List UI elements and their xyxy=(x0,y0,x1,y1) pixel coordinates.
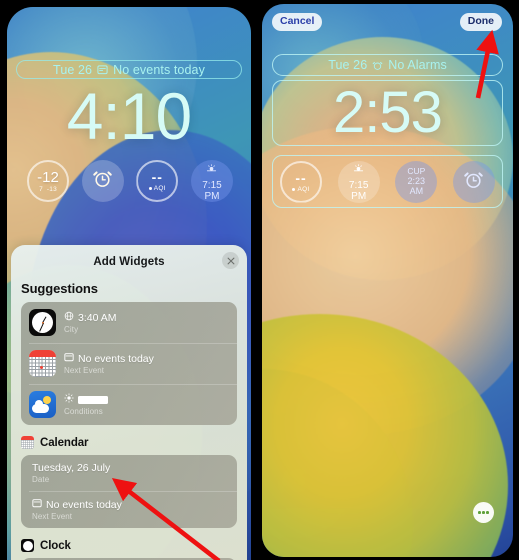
list-item-subtitle: Next Event xyxy=(64,366,105,375)
weather-widget[interactable]: -12 7 -13 xyxy=(27,160,69,202)
world-clock-time: 2:23 xyxy=(407,176,426,187)
right-phone: Cancel Done Tue 26 No Alarms 2:53 -- AQI… xyxy=(258,0,519,560)
weather-gauge-ring xyxy=(27,160,69,202)
section-title-suggestions: Suggestions xyxy=(11,279,247,302)
sunset-widget[interactable]: 7:15 PM xyxy=(337,160,380,203)
list-item[interactable]: No events today Next Event xyxy=(21,491,237,528)
clock-app-icon xyxy=(21,539,34,552)
sunset-ampm: PM xyxy=(351,191,367,202)
close-icon[interactable] xyxy=(222,252,239,269)
alarm-clock-icon xyxy=(463,169,484,195)
clock-label: Clock xyxy=(40,539,71,552)
alarm-icon xyxy=(372,60,383,71)
alarm-widget[interactable] xyxy=(81,160,124,202)
list-item-title: No events today xyxy=(78,352,154,365)
aqi-gauge-ring xyxy=(136,160,179,202)
world-clock-city: CUP xyxy=(407,165,426,176)
aqi-gauge-ring xyxy=(280,160,322,203)
alarm-clock-icon xyxy=(92,168,113,194)
list-item-title: Tuesday, 26 July xyxy=(32,462,111,474)
screenshot-root: Tue 26 No events today 4:10 -12 7 -13 --… xyxy=(0,0,519,560)
sunset-time: 7:15 xyxy=(348,180,369,191)
suggestions-group: 3:40 AM City No events today Next Event … xyxy=(21,302,237,425)
list-item-title: 3:40 AM xyxy=(78,311,117,324)
lock-widget-row[interactable]: -- AQI 7:15 PM CUP 2:23 AM xyxy=(280,160,495,203)
lock-screen-time: 4:10 xyxy=(66,79,192,153)
world-clock-widget[interactable]: CUP 2:23 AM xyxy=(395,160,438,203)
conditions-placeholder-bar xyxy=(78,395,108,404)
list-item-subtitle: Date xyxy=(32,475,50,484)
sheet-title: Add Widgets xyxy=(93,256,165,268)
add-widgets-sheet: Add Widgets Suggestions 3:40 AM City No … xyxy=(11,245,247,560)
list-item-subtitle: Next Event xyxy=(32,512,73,521)
alarm-status-label: No Alarms xyxy=(388,58,447,72)
list-item[interactable]: Conditions xyxy=(21,384,237,425)
list-item[interactable]: No events today Next Event xyxy=(21,343,237,384)
list-item-subtitle: Conditions xyxy=(64,407,103,416)
list-item-title: No events today xyxy=(46,498,122,511)
globe-icon xyxy=(64,311,74,324)
event-status-label: No events today xyxy=(113,62,205,77)
section-title-calendar: Calendar xyxy=(11,434,247,455)
date-label: Tue 26 xyxy=(328,58,368,72)
calendar-icon xyxy=(32,498,42,511)
list-item[interactable]: 3:40 AM City xyxy=(21,302,237,343)
clock-app-icon xyxy=(29,309,56,336)
sun-icon xyxy=(64,393,74,406)
cancel-button[interactable]: Cancel xyxy=(272,13,323,31)
ellipsis-icon xyxy=(478,511,481,514)
calendar-group: Tuesday, 26 July Date No events today Ne… xyxy=(21,455,237,528)
world-clock-ampm: AM xyxy=(409,186,424,197)
list-item-subtitle: City xyxy=(64,325,79,334)
air-quality-widget[interactable]: -- AQI xyxy=(280,160,322,203)
sheet-header: Add Widgets xyxy=(11,245,247,279)
right-lock-screen-editor: Cancel Done Tue 26 No Alarms 2:53 -- AQI… xyxy=(262,4,513,557)
calendar-icon xyxy=(97,64,108,75)
lock-widget-row[interactable]: -12 7 -13 -- AQI 7:15 PM xyxy=(27,159,233,203)
date-label: Tue 26 xyxy=(53,62,93,77)
left-phone: Tue 26 No events today 4:10 -12 7 -13 --… xyxy=(0,0,258,560)
air-quality-widget[interactable]: -- AQI xyxy=(136,160,179,202)
sunset-icon xyxy=(206,161,217,179)
section-title-clock: Clock xyxy=(11,537,247,558)
done-button[interactable]: Done xyxy=(459,13,502,31)
sunset-icon xyxy=(353,161,364,179)
calendar-label: Calendar xyxy=(40,436,89,449)
weather-app-icon xyxy=(29,391,56,418)
date-status-pill[interactable]: Tue 26 No Alarms xyxy=(272,54,503,76)
suggestions-label: Suggestions xyxy=(21,281,98,296)
alarm-widget[interactable] xyxy=(452,160,495,203)
right-phone-screen: Cancel Done Tue 26 No Alarms 2:53 -- AQI… xyxy=(262,4,513,557)
sunset-time: 7:15 xyxy=(202,179,222,191)
date-status-pill[interactable]: Tue 26 No events today xyxy=(16,60,242,79)
left-phone-screen: Tue 26 No events today 4:10 -12 7 -13 --… xyxy=(7,7,251,560)
more-options-button[interactable] xyxy=(473,502,494,523)
lock-screen-time[interactable]: 2:53 xyxy=(262,82,513,144)
calendar-icon xyxy=(64,352,74,365)
sunset-widget[interactable]: 7:15 PM xyxy=(190,160,233,202)
sunset-ampm: PM xyxy=(204,190,220,202)
calendar-app-icon xyxy=(21,436,34,449)
calendar-app-icon xyxy=(29,350,56,377)
list-item[interactable]: Tuesday, 26 July Date xyxy=(21,455,237,491)
